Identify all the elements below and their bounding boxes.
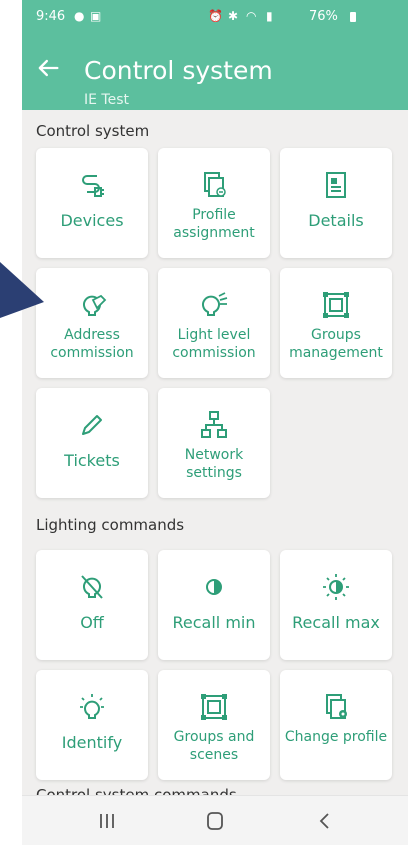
back-arrow-icon[interactable] (34, 54, 62, 82)
tile-groups-and-scenes[interactable]: Groups and scenes (158, 670, 270, 780)
tile-label: Light level commission (172, 327, 256, 361)
status-time: 9:46 (36, 9, 66, 24)
tile-groups-management[interactable]: Groups management (280, 268, 392, 378)
screenshot-margin-right (408, 0, 414, 845)
tile-label: Recall min (172, 613, 256, 632)
tile-label: Address commission (50, 327, 134, 361)
gallery-icon: ▣ (90, 9, 102, 23)
bulb-light-icon (202, 292, 228, 316)
profile-icon (204, 172, 226, 197)
pencil-icon (82, 415, 102, 435)
half-circle-icon (206, 579, 222, 595)
page-subtitle: IE Test (84, 92, 129, 108)
tile-devices[interactable]: Devices (36, 148, 148, 258)
battery-percentage: 76% (309, 9, 338, 24)
network-icon (201, 411, 227, 438)
phone-screen: 9:46 ● ▣ ⏰ ✱ ◠ ▮ 76% Control system IE T… (22, 0, 408, 845)
tile-label: Devices (60, 211, 124, 230)
page-title: Control system (84, 56, 273, 85)
bulb-tag-icon (83, 294, 107, 316)
tile-label: Network settings (184, 447, 244, 481)
home-icon[interactable] (200, 810, 230, 832)
tile-identify[interactable]: Identify (36, 670, 148, 780)
tile-details[interactable]: Details (280, 148, 392, 258)
tile-label: Tickets (64, 451, 120, 470)
tile-address-commission[interactable]: Address commission (36, 268, 148, 378)
bulb-off-icon (81, 575, 103, 599)
battery-icon (350, 12, 356, 22)
app-bar: Control system IE Test (22, 34, 408, 110)
tile-label: Profile assignment (173, 207, 255, 241)
alarm-icon: ⏰ (208, 9, 223, 23)
tile-tickets[interactable]: Tickets (36, 388, 148, 498)
document-icon (326, 172, 346, 198)
signal-icon: ▮ (266, 9, 273, 23)
screenshot-margin-left (0, 0, 22, 845)
tile-label: Groups management (289, 327, 383, 361)
wifi-icon: ◠ (246, 9, 257, 23)
tile-recall-min[interactable]: Recall min (158, 550, 270, 660)
sun-icon (323, 574, 349, 600)
section-title-lighting-commands: Lighting commands (36, 516, 185, 534)
pointer-arrow-icon (0, 262, 44, 318)
groups-scenes-icon (201, 694, 227, 720)
tile-label: Identify (61, 733, 123, 752)
status-bar: 9:46 ● ▣ ⏰ ✱ ◠ ▮ 76% (22, 0, 408, 34)
tile-profile-assignment[interactable]: Profile assignment (158, 148, 270, 258)
change-profile-icon (326, 694, 347, 719)
tile-label: Change profile (284, 729, 388, 745)
nfc-icon: ✱ (228, 9, 239, 23)
tile-label: Recall max (292, 613, 380, 632)
tile-recall-max[interactable]: Recall max (280, 550, 392, 660)
back-nav-icon[interactable] (310, 810, 340, 832)
bulb-identify-icon (80, 694, 104, 719)
section-title-control-system: Control system (36, 122, 150, 140)
system-nav-bar (22, 795, 408, 845)
tile-change-profile[interactable]: Change profile (280, 670, 392, 780)
tile-off[interactable]: Off (36, 550, 148, 660)
recent-apps-icon[interactable] (92, 810, 122, 832)
group-box-icon (323, 292, 349, 318)
notification-icon: ● (74, 9, 85, 23)
plug-icon (82, 175, 104, 197)
tile-label: Groups and scenes (173, 729, 255, 763)
tile-label: Details (308, 211, 364, 230)
tile-label: Off (80, 613, 104, 632)
tile-network-settings[interactable]: Network settings (158, 388, 270, 498)
tile-light-level-commission[interactable]: Light level commission (158, 268, 270, 378)
